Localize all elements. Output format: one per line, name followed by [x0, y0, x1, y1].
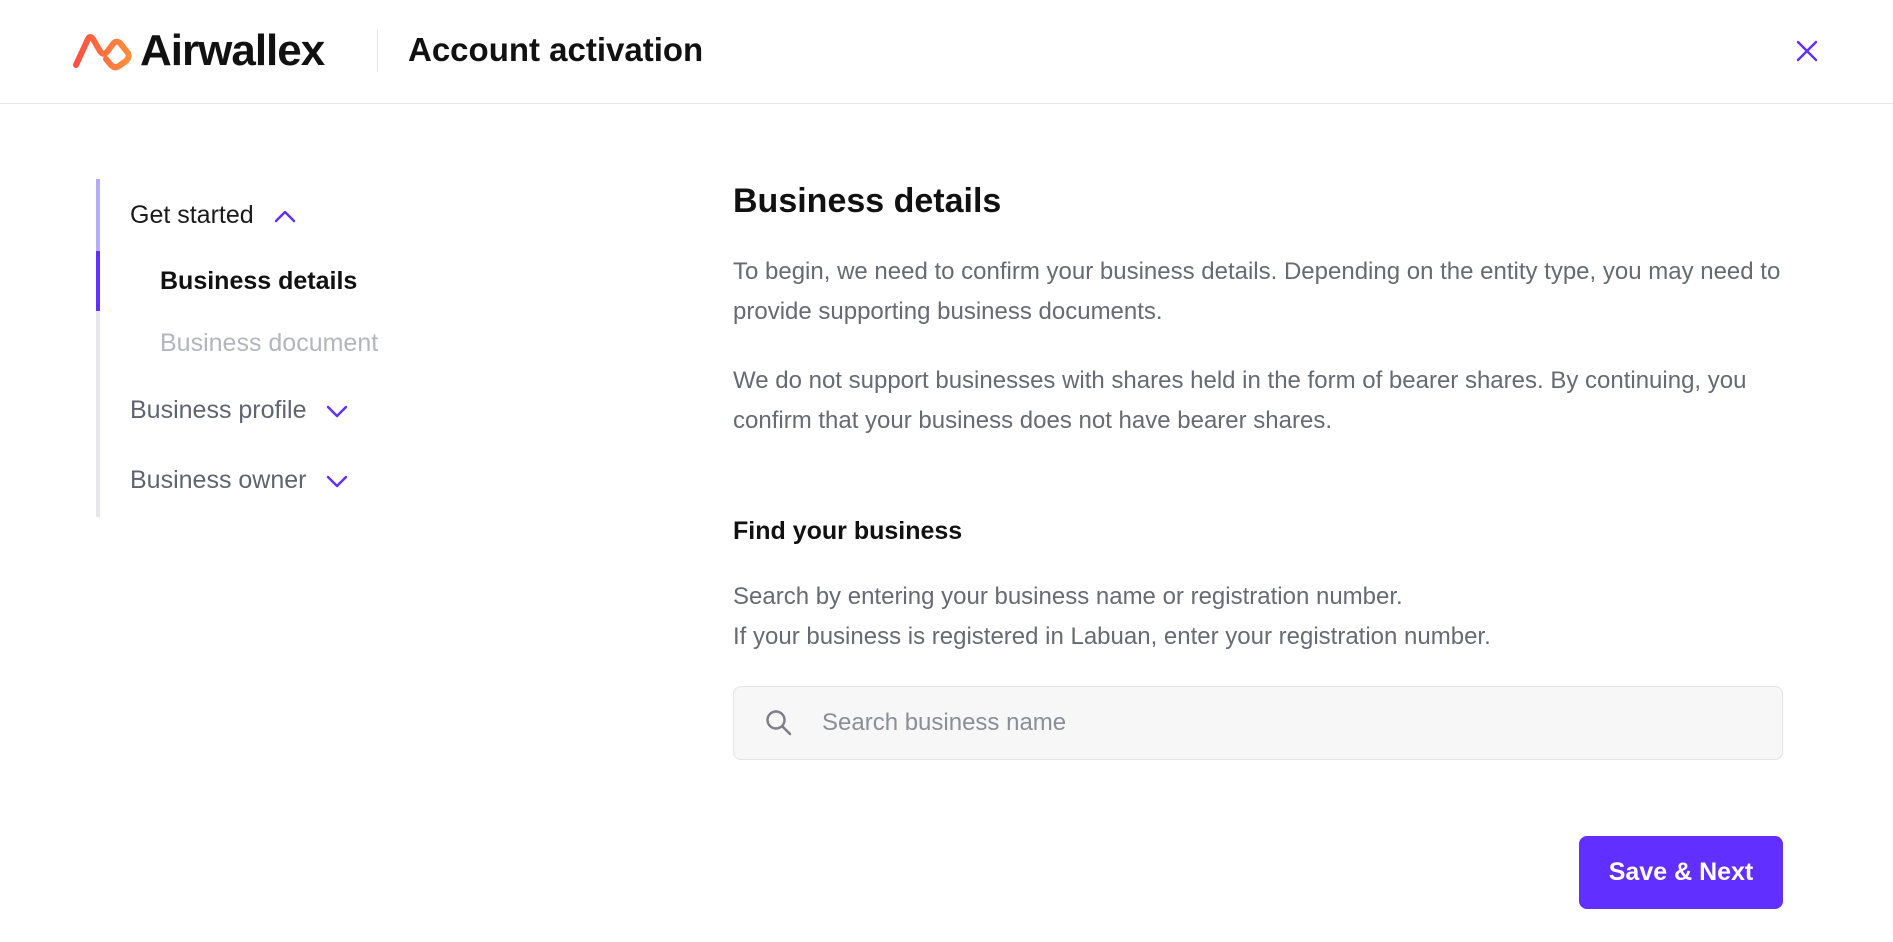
close-icon [1796, 40, 1818, 62]
sidebar-section-label: Business owner [130, 466, 307, 494]
sidebar-section-label: Get started [130, 201, 254, 229]
progress-track-active [96, 251, 100, 311]
sidebar-section-business-profile[interactable]: Business profile [130, 396, 348, 425]
airwallex-logo-icon [73, 34, 132, 71]
logo-text: Airwallex [140, 26, 325, 75]
bearer-shares-paragraph: We do not support businesses with shares… [733, 367, 1747, 434]
activation-steps-nav: Get started Business details Business do… [96, 179, 496, 517]
search-icon [766, 710, 792, 736]
airwallex-logo: Airwallex [72, 26, 325, 75]
sidebar-section-business-owner[interactable]: Business owner [130, 466, 348, 495]
sidebar-section-get-started[interactable]: Get started [130, 201, 296, 230]
business-search-input[interactable] [822, 687, 1782, 759]
header-divider [377, 30, 378, 72]
sidebar-item-business-document[interactable]: Business document [160, 329, 378, 358]
page-title: Account activation [408, 31, 704, 68]
intro-paragraph: To begin, we need to confirm your busine… [733, 258, 1781, 325]
sidebar-section-label: Business profile [130, 396, 307, 424]
chevron-down-icon [327, 475, 348, 487]
section-title: Business details [733, 182, 1002, 220]
close-button[interactable] [1790, 34, 1824, 68]
find-business-help-line-1: Search by entering your business name or… [733, 583, 1403, 610]
progress-track-completed [96, 179, 100, 251]
find-business-title: Find your business [733, 517, 963, 545]
save-next-button[interactable]: Save & Next [1579, 836, 1783, 909]
find-business-help-line-2: If your business is registered in Labuan… [733, 623, 1491, 650]
chevron-up-icon [274, 210, 295, 222]
sidebar-item-business-details[interactable]: Business details [160, 267, 357, 296]
business-search-field[interactable] [733, 686, 1783, 760]
top-header: Airwallex Account activation [0, 0, 1893, 104]
chevron-down-icon [327, 405, 348, 417]
